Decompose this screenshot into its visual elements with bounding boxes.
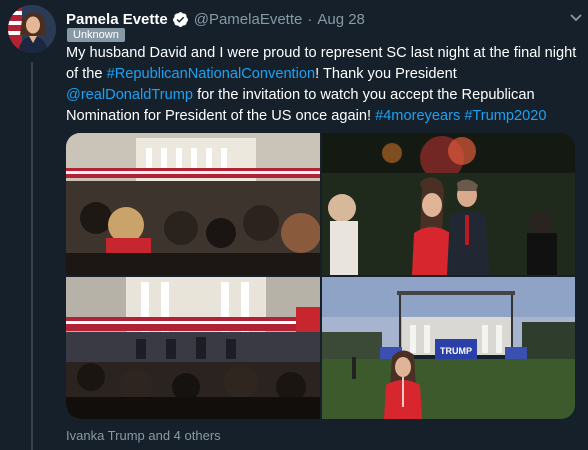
author-handle[interactable]: @PamelaEvette <box>194 11 303 28</box>
tweet-header: Pamela Evette @PamelaEvette · Aug 28 <box>66 8 578 30</box>
author-avatar[interactable] <box>8 5 56 53</box>
photo-grid: TRUMP <box>66 133 575 419</box>
mention-link[interactable]: @realDonaldTrump <box>66 87 193 103</box>
hashtag-link[interactable]: #4moreyears <box>375 108 460 124</box>
photo-4[interactable]: TRUMP <box>322 277 575 419</box>
stage-sign-text: TRUMP <box>440 346 472 356</box>
photo-2[interactable] <box>322 133 575 275</box>
photo-1[interactable] <box>66 133 320 275</box>
liked-by-summary[interactable]: Ivanka Trump and 4 others <box>66 428 221 443</box>
photo-3[interactable] <box>66 277 320 419</box>
thread-line <box>31 62 33 450</box>
author-name[interactable]: Pamela Evette <box>66 11 168 28</box>
tweet-date[interactable]: Aug 28 <box>317 11 365 28</box>
chevron-down-icon[interactable] <box>570 14 582 22</box>
hashtag-link[interactable]: #Trump2020 <box>464 108 546 124</box>
hashtag-link[interactable]: #RepublicanNationalConvention <box>107 66 316 82</box>
header-separator: · <box>307 10 313 28</box>
status-badge: Unknown <box>67 28 125 42</box>
tweet-text: My husband David and I were proud to rep… <box>66 43 578 127</box>
verified-badge-icon <box>172 11 188 27</box>
tweet-text-segment: ! Thank you President <box>315 66 457 82</box>
